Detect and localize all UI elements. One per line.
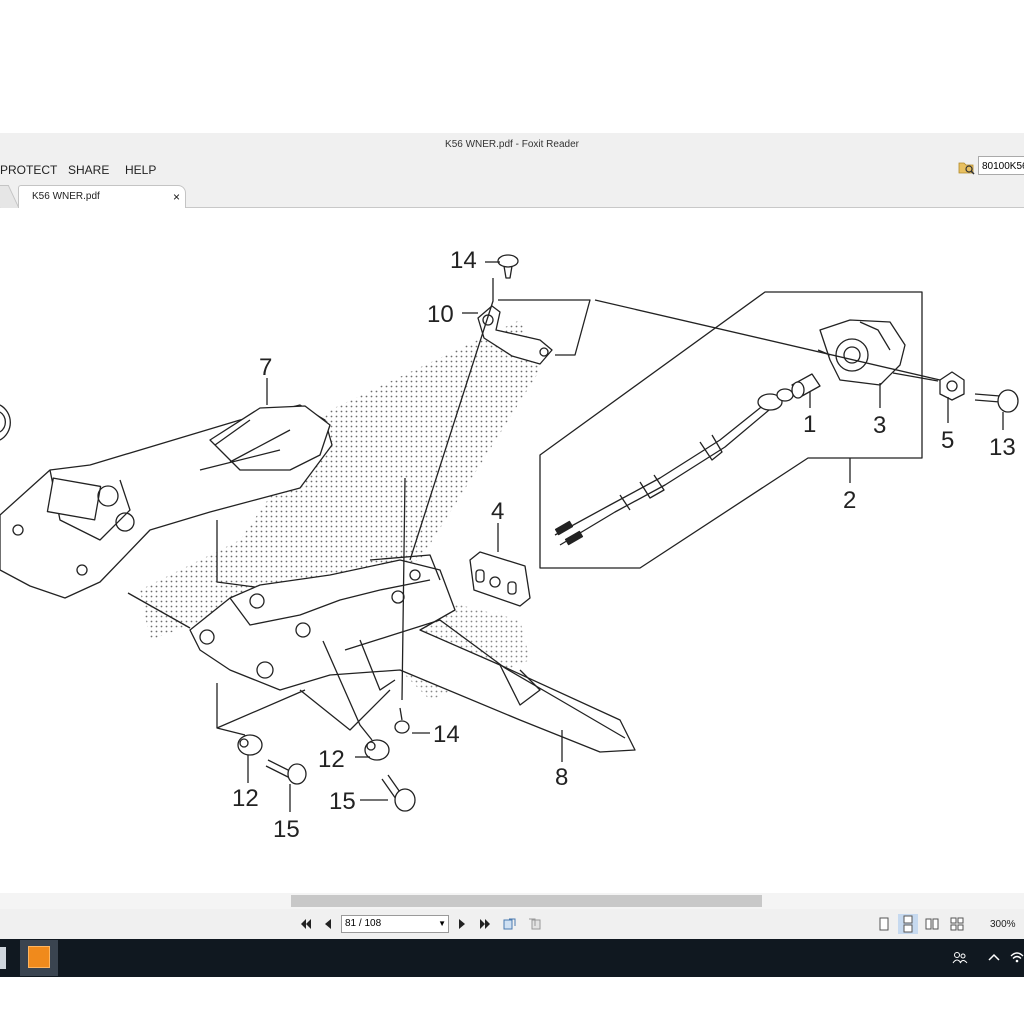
menu-share[interactable]: SHARE xyxy=(68,163,109,177)
prev-page-icon[interactable] xyxy=(321,917,335,931)
callout-4: 4 xyxy=(491,498,504,525)
page-number-select[interactable]: 81 / 108 ▼ xyxy=(341,915,449,933)
callout-5: 5 xyxy=(941,427,954,454)
menu-protect[interactable]: PROTECT xyxy=(0,163,57,177)
zoom-level[interactable]: 300% xyxy=(990,919,1016,930)
previous-tab[interactable] xyxy=(0,185,20,208)
scrollbar-thumb[interactable] xyxy=(291,895,762,907)
callout-15-center: 15 xyxy=(329,788,356,815)
ribbon-menu: PROTECT SHARE HELP xyxy=(0,157,1024,184)
part-14-screw-bottom xyxy=(394,707,410,734)
callout-12-center: 12 xyxy=(318,746,345,773)
windows-taskbar xyxy=(0,939,1024,977)
part-2-cable xyxy=(554,388,794,546)
page-number-value: 81 / 108 xyxy=(345,918,382,929)
pdf-app-icon xyxy=(28,946,50,968)
single-page-icon[interactable] xyxy=(877,917,891,931)
window-title: K56 WNER.pdf - Foxit Reader xyxy=(445,139,579,150)
callout-3: 3 xyxy=(873,412,886,439)
chevron-up-icon[interactable] xyxy=(987,952,1001,962)
chevron-down-icon[interactable]: ▼ xyxy=(438,916,446,932)
callout-15-left: 15 xyxy=(273,816,300,843)
continuous-page-icon[interactable] xyxy=(898,914,918,934)
callout-7: 7 xyxy=(259,354,272,381)
bottom-margin xyxy=(0,977,1024,1024)
next-page-icon[interactable] xyxy=(455,917,469,931)
callout-10: 10 xyxy=(427,301,454,328)
part-12-nut-left xyxy=(237,734,263,756)
next-view-icon[interactable] xyxy=(527,917,541,931)
facing-page-icon[interactable] xyxy=(925,917,939,931)
first-page-icon[interactable] xyxy=(299,917,313,931)
search-input[interactable]: 80100K56 xyxy=(978,156,1024,175)
tab-document[interactable]: K56 WNER.pdf × xyxy=(18,185,186,208)
part-13-bolt xyxy=(974,389,1019,413)
wifi-icon[interactable] xyxy=(1010,950,1024,964)
callout-8: 8 xyxy=(555,764,568,791)
callout-13: 13 xyxy=(989,434,1016,461)
search-folder-icon[interactable] xyxy=(958,159,976,175)
previous-view-icon[interactable] xyxy=(503,917,517,931)
callout-14-bottom: 14 xyxy=(433,721,460,748)
tab-label: K56 WNER.pdf xyxy=(32,191,100,202)
status-bar: 300% xyxy=(0,909,1024,939)
close-icon[interactable]: × xyxy=(173,190,180,204)
part-4-grommet xyxy=(469,551,531,607)
callout-12-left: 12 xyxy=(232,785,259,812)
parts-diagram: 14 10 7 4 1 3 5 13 2 14 12 12 15 15 8 xyxy=(0,247,1019,843)
document-viewer[interactable]: 14 10 7 4 1 3 5 13 2 14 12 12 15 15 8 xyxy=(0,208,1024,894)
taskbar-app-edge[interactable] xyxy=(0,947,6,969)
document-tab-bar: K56 WNER.pdf × xyxy=(0,184,1024,208)
part-5-nut xyxy=(939,371,965,401)
title-bar: K56 WNER.pdf - Foxit Reader xyxy=(0,133,1024,157)
taskbar-foxit-reader[interactable] xyxy=(20,940,58,976)
callout-2: 2 xyxy=(843,487,856,514)
horizontal-scrollbar[interactable] xyxy=(0,893,1024,909)
part-15-bolt-center xyxy=(381,774,416,812)
part-1-socket xyxy=(791,373,821,399)
part-15-bolt-left xyxy=(265,759,307,785)
part-14-screw-top xyxy=(497,254,519,279)
callout-14-top: 14 xyxy=(450,247,477,274)
continuous-facing-icon[interactable] xyxy=(950,917,964,931)
part-3-lamp-housing xyxy=(817,319,906,386)
last-page-icon[interactable] xyxy=(478,917,492,931)
callout-1: 1 xyxy=(803,411,816,438)
people-icon[interactable] xyxy=(952,951,968,965)
menu-help[interactable]: HELP xyxy=(125,163,156,177)
